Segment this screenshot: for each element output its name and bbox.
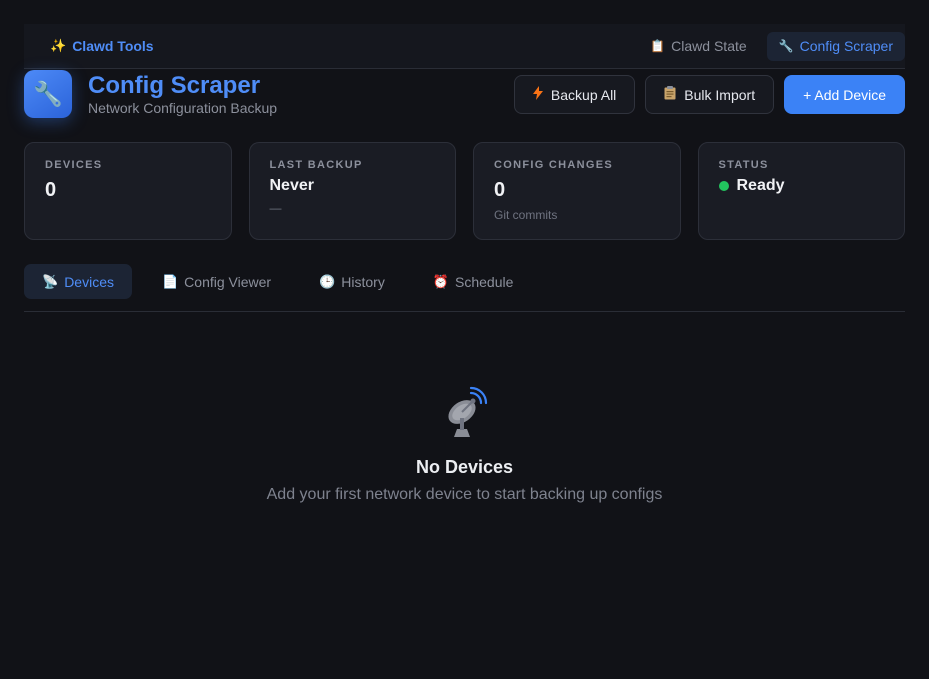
page-subtitle: Network Configuration Backup: [88, 100, 278, 116]
stat-label: STATUS: [718, 159, 769, 171]
tab-history[interactable]: 🕒 History: [301, 264, 403, 299]
stat-label: LAST BACKUP: [269, 159, 363, 171]
document-icon: 📄: [161, 273, 179, 289]
nav-link-config-scraper[interactable]: 🔧 Config Scraper: [766, 31, 905, 61]
stat-value: 0: [45, 179, 57, 201]
lightning-icon: [532, 86, 543, 103]
stat-card-status: STATUS Ready: [697, 142, 905, 240]
clipboard-icon: 📋: [650, 39, 666, 53]
tab-devices[interactable]: 📡 Devices: [24, 264, 132, 299]
stat-card-last-backup: LAST BACKUP Never —: [248, 142, 456, 240]
tab-config-viewer[interactable]: 📄 Config Viewer: [144, 264, 289, 299]
sparkles-icon: ✨: [50, 38, 67, 53]
clipboard-icon: [664, 86, 676, 103]
stat-value: 0: [494, 179, 506, 201]
backup-all-button[interactable]: Backup All: [513, 75, 636, 114]
page-title: Config Scraper: [88, 72, 261, 99]
tab-schedule[interactable]: ⏰ Schedule: [415, 264, 532, 299]
tab-label: Config Viewer: [184, 273, 272, 290]
clock-icon: 🕒: [319, 273, 336, 289]
stat-card-devices: DEVICES 0: [24, 142, 232, 240]
brand-link[interactable]: ✨ Clawd Tools: [50, 38, 154, 54]
tab-label: Devices: [64, 273, 114, 290]
satellite-icon: 📡: [42, 273, 59, 289]
status-value: Ready: [736, 177, 785, 194]
nav-link-label: Clawd State: [671, 38, 747, 54]
app-root: ✨ Clawd Tools 📋 Clawd State 🔧 Config Scr…: [0, 0, 929, 679]
empty-title: No Devices: [415, 457, 514, 477]
backup-all-label: Backup All: [550, 86, 617, 103]
stat-card-config-changes: CONFIG CHANGES 0 Git commits: [473, 142, 681, 240]
bulk-import-button[interactable]: Bulk Import: [645, 75, 775, 114]
stat-label: CONFIG CHANGES: [494, 159, 614, 171]
add-device-button[interactable]: + Add Device: [784, 75, 905, 114]
bulk-import-label: Bulk Import: [684, 86, 756, 103]
top-nav: ✨ Clawd Tools 📋 Clawd State 🔧 Config Scr…: [24, 24, 905, 69]
stats-row: DEVICES 0 LAST BACKUP Never — CONFIG CHA…: [24, 142, 905, 240]
page-header: 🔧 Config Scraper Network Configuration B…: [24, 70, 905, 120]
nav-link-label: Config Scraper: [799, 38, 893, 54]
stat-label: DEVICES: [45, 159, 103, 171]
stat-sub: Git commits: [494, 208, 558, 222]
wrench-icon: 🔧: [24, 70, 72, 118]
add-device-label: + Add Device: [803, 86, 886, 103]
alarm-clock-icon: ⏰: [432, 273, 450, 289]
tab-label: History: [341, 273, 385, 290]
satellite-dish-icon: [435, 385, 495, 445]
stat-value: Never: [269, 177, 314, 194]
nav-link-clawd-state[interactable]: 📋 Clawd State: [638, 32, 758, 61]
empty-state: No Devices Add your first network device…: [24, 385, 905, 504]
status-dot-icon: [718, 181, 729, 191]
wrench-icon: 🔧: [778, 39, 794, 53]
empty-description: Add your first network device to start b…: [266, 486, 663, 503]
status-row: Ready: [718, 177, 885, 195]
stat-sub: —: [269, 201, 282, 215]
nav-links: 📋 Clawd State 🔧 Config Scraper: [638, 31, 905, 61]
tab-label: Schedule: [455, 273, 514, 290]
brand-label: Clawd Tools: [72, 38, 154, 54]
header-actions: Backup All Bulk Import + Add Device: [513, 75, 905, 114]
tab-bar: 📡 Devices 📄 Config Viewer 🕒 History ⏰ Sc…: [24, 264, 905, 312]
